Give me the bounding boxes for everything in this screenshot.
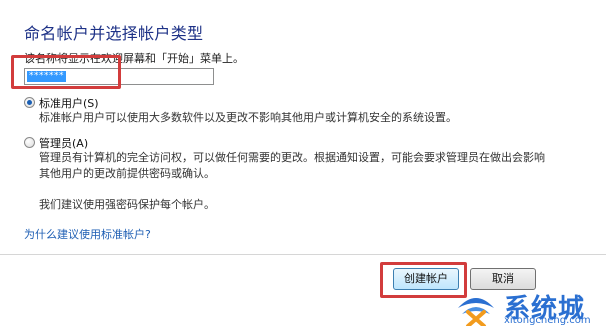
watermark-url: xitongcheng.com [504, 315, 591, 326]
standard-user-description: 标准帐户用户可以使用大多数软件以及更改不影响其他用户或计算机安全的系统设置。 [39, 111, 457, 124]
divider [0, 254, 606, 255]
highlight-box-name [11, 55, 121, 89]
page-title: 命名帐户并选择帐户类型 [24, 24, 204, 43]
watermark-logo-icon [458, 298, 494, 326]
standard-user-radio[interactable] [24, 97, 35, 108]
administrator-radio[interactable] [24, 137, 35, 148]
administrator-description-line: 其他用户的更改前提供密码或确认。 [39, 167, 215, 180]
password-recommendation: 我们建议使用强密码保护每个帐户。 [39, 198, 215, 211]
help-link[interactable]: 为什么建议使用标准帐户? [24, 226, 151, 242]
administrator-description-line: 管理员有计算机的完全访问权，可以做任何需要的更改。根据通知设置，可能会要求管理员… [39, 151, 545, 164]
radio-selected-dot [27, 100, 32, 105]
